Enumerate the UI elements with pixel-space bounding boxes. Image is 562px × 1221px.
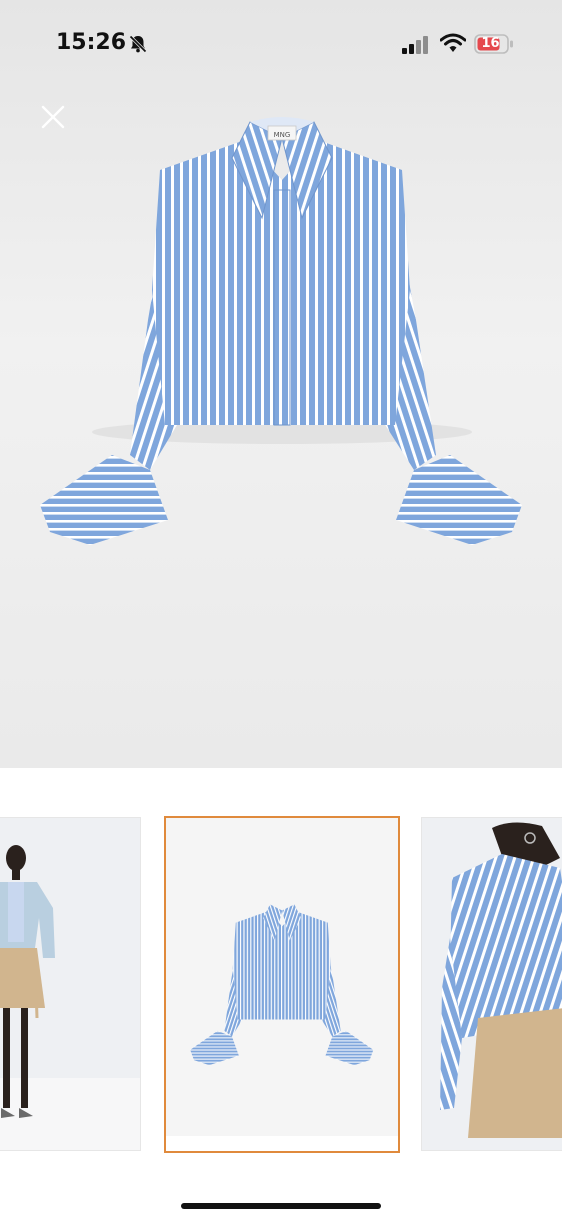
- brand-label: MNG: [274, 131, 291, 139]
- status-time: 15:26: [56, 30, 127, 55]
- thumbnail-model-back[interactable]: [421, 817, 562, 1151]
- thumbnail-model-front[interactable]: [0, 817, 141, 1151]
- striped-shirt-image: MNG: [40, 117, 522, 545]
- model-back-image: [422, 818, 562, 1150]
- model-front-image: [0, 818, 140, 1150]
- battery-level-text: 16: [481, 36, 500, 51]
- close-button[interactable]: [38, 102, 68, 132]
- thumbnail-strip[interactable]: [0, 815, 562, 1155]
- shirt-flatlay-image: [166, 818, 398, 1151]
- home-indicator[interactable]: [181, 1203, 381, 1209]
- cellular-signal-icon: [402, 36, 428, 54]
- wifi-icon: [440, 33, 466, 52]
- bell-slash-icon: [129, 35, 147, 53]
- thumbnail-shirt-flatlay[interactable]: [164, 816, 400, 1153]
- close-icon: [41, 105, 65, 129]
- status-bar: 15:26 16: [0, 0, 562, 80]
- product-main-image[interactable]: MNG: [0, 0, 562, 768]
